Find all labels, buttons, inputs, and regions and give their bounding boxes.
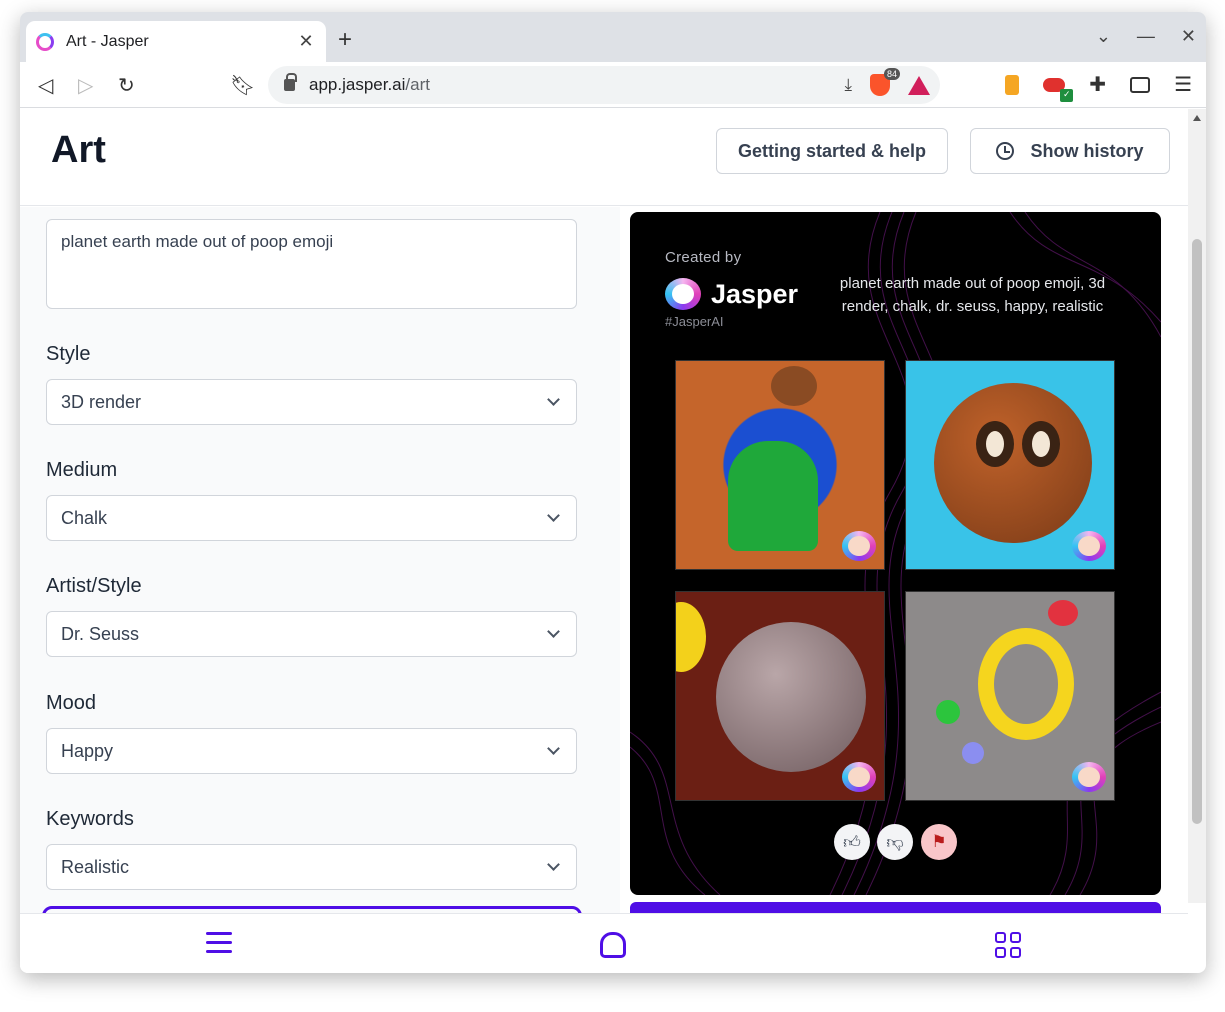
style-label: Style [46,343,91,365]
chevron-down-icon [547,858,560,871]
brave-rewards-icon[interactable] [908,75,930,95]
thumbs-down-button[interactable]: 👎︎ [877,824,913,860]
lock-icon [284,73,297,91]
image-3-planet [716,622,866,772]
generated-image-3[interactable] [675,591,885,801]
browser-tab[interactable]: Art - Jasper ✕ [26,21,326,62]
jasper-brand-text: Jasper [711,278,799,309]
image-1-shape [728,441,818,551]
reload-icon[interactable]: ↻ [118,73,135,98]
jasper-watermark-icon [842,531,876,561]
brave-shield-icon[interactable]: 84 [870,68,900,96]
jasper-logo: Jasper [665,278,798,310]
show-history-button[interactable]: Show history [970,128,1170,174]
jasper-favicon-icon [36,32,54,51]
apps-grid-icon[interactable] [995,932,1021,958]
menu-icon[interactable] [206,932,232,959]
chevron-down-icon [547,625,560,638]
image-2-eye-left [976,421,1014,467]
bottom-nav [20,913,1188,973]
minimize-icon[interactable]: — [1137,26,1155,47]
chevron-down-icon [547,742,560,755]
home-button[interactable] [600,932,626,958]
created-by-label: Created by [665,249,742,266]
window-controls: ⌄ — ✕ [1096,26,1196,47]
tab-close-icon[interactable]: ✕ [296,31,316,52]
jasper-logo-icon [665,278,701,310]
medium-select[interactable]: Chalk [46,495,577,541]
generated-image-2[interactable] [905,360,1115,570]
jasper-watermark-icon [1072,762,1106,792]
image-4-blue-ball [962,742,984,764]
image-3-emoji [676,602,706,672]
chevron-down-icon [547,509,560,522]
style-value: 3D render [61,391,142,412]
extension-red-icon[interactable] [1043,77,1074,102]
extension-icons: ✚ ☰ [1005,72,1192,102]
prompt-textarea[interactable]: planet earth made out of poop emoji [46,219,577,309]
scroll-up-arrow-icon[interactable] [1193,115,1201,121]
artist-style-value: Dr. Seuss [61,623,140,644]
scroll-thumb[interactable] [1192,239,1202,824]
mood-label: Mood [46,692,97,714]
address-bar[interactable]: app.jasper.ai /art ⤓ 84 [268,66,940,104]
image-4-green-ball [936,700,960,724]
page-content: Art Getting started & help Show history … [20,109,1188,973]
generated-image-1[interactable] [675,360,885,570]
close-window-icon[interactable]: ✕ [1181,26,1196,47]
install-app-icon[interactable]: ⤓ [844,75,852,95]
shield-count-badge: 84 [883,68,900,80]
image-2-eye-right [1022,421,1060,467]
url-host: app.jasper.ai [309,75,406,94]
browser-menu-icon[interactable]: ☰ [1174,72,1192,97]
jasper-watermark-icon [1072,531,1106,561]
image-caption: planet earth made out of poop emoji, 3d … [839,275,1106,315]
back-icon[interactable]: ◁ [38,73,53,98]
page-title: Art [51,129,106,171]
keywords-select[interactable]: Realistic [46,844,577,890]
page-header: Art Getting started & help Show history [20,109,1188,206]
medium-value: Chalk [61,507,108,528]
show-history-label: Show history [1030,140,1144,161]
jasper-home-icon [600,932,626,958]
keywords-label: Keywords [46,808,134,830]
keywords-value: Realistic [61,856,130,877]
medium-label: Medium [46,459,118,481]
extensions-puzzle-icon[interactable]: ✚ [1089,72,1106,97]
artist-style-select[interactable]: Dr. Seuss [46,611,577,657]
mood-value: Happy [61,740,114,761]
jasper-watermark-icon [842,762,876,792]
bookmark-icon[interactable]: 🔖︎ [230,73,255,98]
page-scrollbar[interactable] [1188,109,1206,903]
chevron-down-icon [547,393,560,406]
image-4-ring [978,628,1074,740]
new-tab-button[interactable]: + [338,26,352,54]
art-form: planet earth made out of poop emoji Styl… [20,207,620,973]
generated-image-4[interactable] [905,591,1115,801]
result-panel: Created by Jasper #JasperAI planet earth… [630,212,1161,895]
hashtag: #JasperAI [665,314,724,329]
wallet-icon[interactable] [1130,76,1151,93]
style-select[interactable]: 3D render [46,379,577,425]
flag-button[interactable]: ⚑ [921,824,957,860]
artist-style-label: Artist/Style [46,575,142,597]
omnibox-icons: ⤓ 84 [844,68,930,96]
image-2-ball [934,383,1092,543]
forward-icon[interactable]: ▷ [78,73,93,98]
mood-select[interactable]: Happy [46,728,577,774]
thumbs-up-button[interactable]: 👍︎ [834,824,870,860]
url-path: /art [405,75,430,94]
extension-yellow-icon[interactable] [1005,74,1020,95]
image-1-ball [771,366,817,406]
image-4-red-ball [1048,600,1078,626]
tab-strip: Art - Jasper ✕ + ⌄ — ✕ [20,12,1206,62]
tab-title: Art - Jasper [66,32,149,50]
clock-icon [996,142,1015,160]
tab-search-chevron-icon[interactable]: ⌄ [1096,26,1111,47]
browser-window: Art - Jasper ✕ + ⌄ — ✕ ◁ ▷ ↻ 🔖︎ app.jasp… [20,12,1206,973]
getting-started-button[interactable]: Getting started & help [716,128,948,174]
browser-toolbar: ◁ ▷ ↻ 🔖︎ app.jasper.ai /art ⤓ 84 ✚ ☰ [20,62,1206,108]
